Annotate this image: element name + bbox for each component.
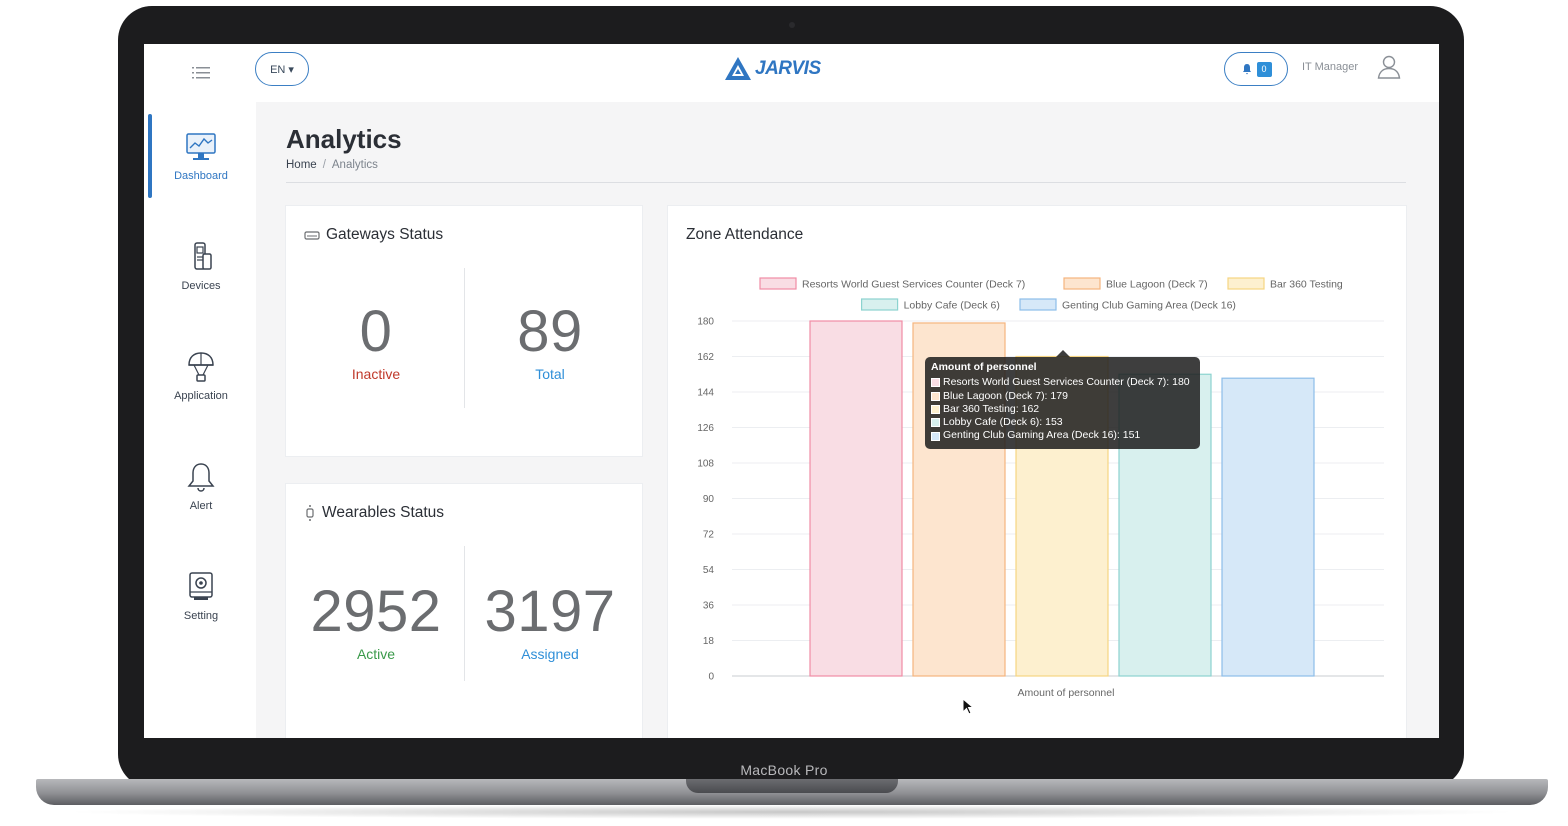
legend-swatch (1019, 298, 1057, 311)
y-tick-label: 18 (703, 636, 715, 647)
camera-icon (789, 22, 795, 28)
tooltip-row: Resorts World Guest Services Counter (De… (931, 376, 1194, 389)
legend-label: Resorts World Guest Services Counter (De… (802, 279, 1025, 291)
y-tick-label: 90 (703, 494, 715, 505)
tooltip-arrow (1056, 350, 1070, 357)
chart-tooltip: Amount of personnel Resorts World Guest … (925, 357, 1200, 449)
tooltip-swatch (931, 391, 940, 401)
tooltip-row: Genting Club Gaming Area (Deck 16): 151 (931, 429, 1194, 442)
tooltip-swatch (931, 418, 940, 428)
y-tick-label: 54 (703, 565, 715, 576)
tooltip-row-text: Bar 360 Testing: 162 (943, 402, 1040, 415)
chart-bar (1221, 377, 1315, 677)
legend-label: Blue Lagoon (Deck 7) (1106, 279, 1208, 291)
zone-attendance-chart: 0 18 36 54 72 90 108 126 144 162 180 Amount of pers… (697, 277, 1384, 699)
y-tick-label: 162 (697, 352, 714, 363)
tooltip-row-text: Blue Lagoon (Deck 7): 179 (943, 389, 1068, 402)
tooltip-row-text: Resorts World Guest Services Counter (De… (943, 376, 1190, 389)
chart-bar (809, 320, 903, 677)
y-tick-label: 36 (703, 601, 715, 612)
mouse-cursor-icon (962, 698, 974, 715)
y-tick-label: 72 (703, 530, 715, 541)
tooltip-swatch (931, 431, 940, 441)
tooltip-row-text: Lobby Cafe (Deck 6): 153 (943, 416, 1063, 429)
x-axis-label: Amount of personnel (1018, 687, 1115, 699)
y-tick-label: 108 (697, 459, 714, 470)
legend-swatch (1227, 277, 1265, 290)
legend-label: Lobby Cafe (Deck 6) (904, 300, 1000, 312)
y-tick-label: 144 (697, 388, 714, 399)
legend-swatch (860, 298, 899, 311)
legend-swatch (1063, 277, 1101, 290)
laptop-shadow (60, 805, 1524, 819)
y-tick-label: 126 (697, 423, 714, 434)
legend-swatch (759, 277, 797, 290)
tooltip-swatch (931, 378, 940, 388)
y-tick-label: 180 (697, 317, 714, 328)
device-label: MacBook Pro (740, 762, 828, 778)
tooltip-row-text: Genting Club Gaming Area (Deck 16): 151 (943, 429, 1141, 442)
app-screen: EN ▾ JARVIS 0 IT Manager Dashboard Devic… (144, 44, 1439, 738)
tooltip-title: Amount of personnel (931, 361, 1037, 373)
y-tick-label: 0 (708, 672, 714, 683)
legend-label: Bar 360 Testing (1270, 279, 1343, 291)
tooltip-row: Lobby Cafe (Deck 6): 153 (931, 416, 1194, 429)
tooltip-swatch (931, 405, 940, 415)
tooltip-row: Blue Lagoon (Deck 7): 179 (931, 390, 1194, 403)
tooltip-row: Bar 360 Testing: 162 (931, 403, 1194, 416)
legend-label: Genting Club Gaming Area (Deck 16) (1062, 300, 1236, 312)
laptop-notch (686, 779, 898, 793)
